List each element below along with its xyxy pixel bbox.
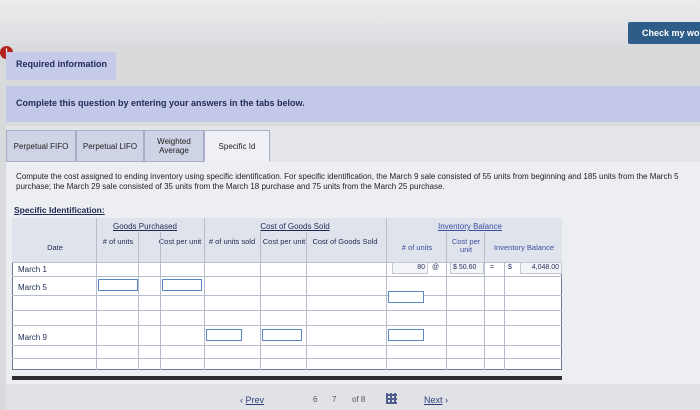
top-strip bbox=[0, 0, 700, 44]
grid-line bbox=[12, 325, 562, 326]
mar5-cost-per-unit-input[interactable] bbox=[162, 279, 202, 291]
grid-line bbox=[12, 295, 562, 296]
grid-line bbox=[12, 358, 562, 359]
grid-line bbox=[386, 218, 387, 370]
mar1-units-inventory[interactable]: 80 bbox=[392, 262, 428, 274]
col-units-inventory: # of units bbox=[401, 243, 433, 252]
col-cost-of-goods-sold: Cost of Goods Sold bbox=[312, 237, 378, 246]
grid-line bbox=[446, 232, 447, 370]
prev-button[interactable]: ‹ Prev bbox=[240, 395, 264, 405]
next-label: Next bbox=[424, 395, 443, 405]
grid-line bbox=[12, 276, 562, 277]
mar1-cost-per-unit-inventory[interactable]: $ 50.60 bbox=[450, 262, 484, 274]
dollar-symbol: $ bbox=[508, 264, 512, 271]
page-count: of 8 bbox=[352, 395, 366, 404]
grid-line bbox=[138, 232, 139, 370]
col-inventory-balance: Inventory Balance bbox=[493, 243, 555, 252]
tab-perpetual-fifo[interactable]: Perpetual FIFO bbox=[6, 130, 76, 162]
chevron-right-icon: › bbox=[445, 395, 449, 405]
page-7-link[interactable]: 7 bbox=[332, 395, 336, 404]
col-cost-per-unit-purchased: Cost per unit bbox=[158, 237, 202, 246]
group-cost-of-goods-sold: Cost of Goods Sold bbox=[260, 222, 330, 231]
grid-line bbox=[96, 218, 97, 370]
at-symbol: @ bbox=[432, 264, 440, 271]
mar9-cost-per-unit-sold-input[interactable] bbox=[262, 329, 302, 341]
tab-weighted-average[interactable]: Weighted Average bbox=[144, 130, 204, 162]
mar5-units-inventory-input[interactable] bbox=[388, 291, 424, 303]
col-units-sold: # of units sold bbox=[208, 237, 256, 246]
grid-line bbox=[160, 232, 161, 370]
table-title: Specific Identification: bbox=[14, 205, 105, 215]
grid-line bbox=[12, 310, 562, 311]
tab-perpetual-lifo[interactable]: Perpetual LIFO bbox=[76, 130, 144, 162]
grid-line bbox=[204, 218, 205, 370]
mar5-units-purchased-input[interactable] bbox=[98, 279, 138, 291]
required-info-label: Required information bbox=[16, 59, 108, 69]
tab-specific-id[interactable]: Specific Id bbox=[204, 130, 270, 162]
row-date-march-9: March 9 bbox=[18, 333, 47, 342]
mar1-inventory-balance[interactable]: 4,048.00 bbox=[520, 262, 562, 274]
grid-line bbox=[504, 262, 505, 370]
mar9-units-sold-input[interactable] bbox=[206, 329, 242, 341]
prev-label: Prev bbox=[245, 395, 265, 405]
col-date: Date bbox=[47, 243, 63, 252]
grid-line bbox=[260, 232, 261, 370]
grid-line bbox=[306, 232, 307, 370]
group-inventory-balance: Inventory Balance bbox=[437, 222, 503, 231]
col-cost-per-unit-inventory: Cost per unit bbox=[451, 237, 481, 254]
check-my-work-button[interactable]: Check my wor bbox=[628, 22, 700, 44]
equals-symbol: = bbox=[490, 264, 495, 271]
col-cost-per-unit-sold: Cost per unit bbox=[262, 237, 306, 246]
col-units-purchased: # of units bbox=[102, 237, 134, 246]
row-date-march-1: March 1 bbox=[18, 265, 47, 274]
grid-line bbox=[12, 345, 562, 346]
mar9-units-inventory-input[interactable] bbox=[388, 329, 424, 341]
table-footer-line bbox=[12, 376, 562, 380]
page-6-link[interactable]: 6 bbox=[313, 395, 317, 404]
group-goods-purchased: Goods Purchased bbox=[112, 222, 178, 231]
row-date-march-5: March 5 bbox=[18, 283, 47, 292]
instructions-text: Complete this question by entering your … bbox=[16, 98, 305, 108]
next-button[interactable]: Next › bbox=[424, 395, 448, 405]
grid-line bbox=[484, 232, 485, 370]
grid-icon[interactable] bbox=[386, 393, 397, 404]
question-prompt: Compute the cost assigned to ending inve… bbox=[16, 172, 679, 191]
chevron-left-icon: ‹ bbox=[240, 395, 243, 405]
